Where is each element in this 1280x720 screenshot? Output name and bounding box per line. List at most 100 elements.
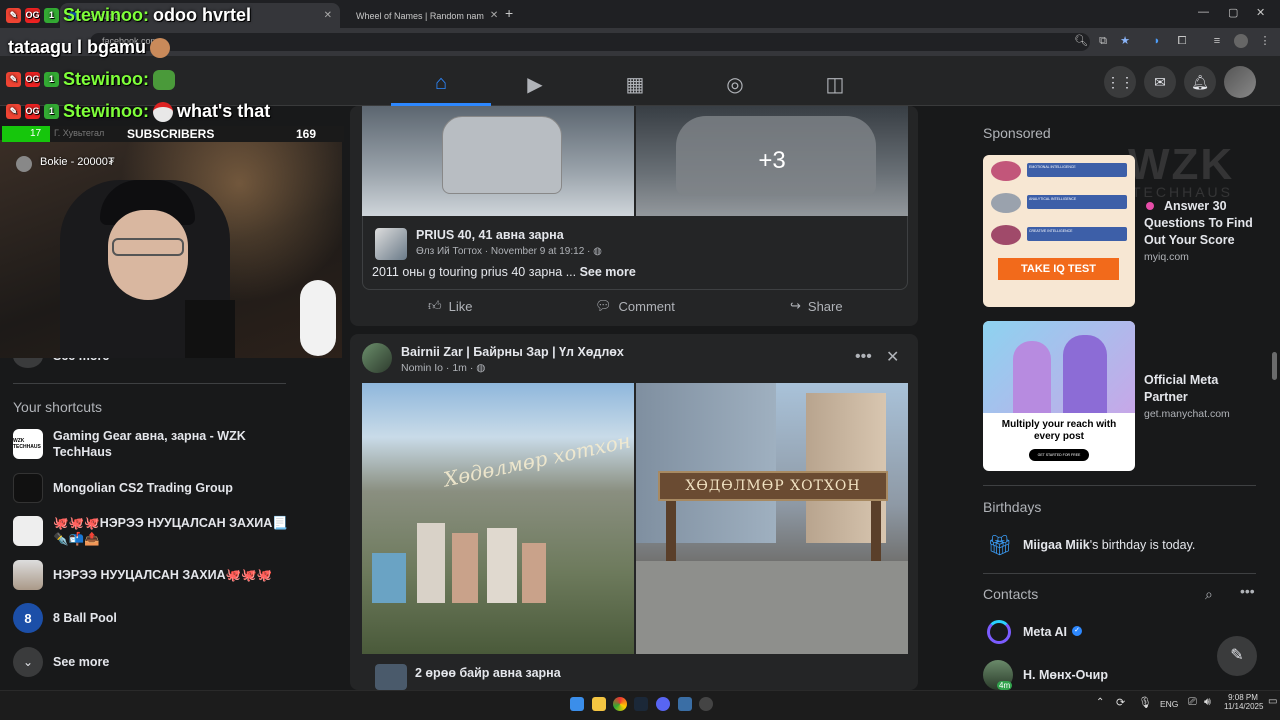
ad-title[interactable]: Official Meta Partner — [1144, 372, 1254, 406]
tier-badge: 1 — [44, 8, 59, 23]
microphone-icon[interactable]: 🎙︎ — [1138, 696, 1152, 709]
scrollbar-thumb[interactable] — [1272, 352, 1277, 380]
chat-message: tataagu l bgamu — [8, 37, 147, 57]
menu-dots-icon[interactable]: ⋮ — [1258, 34, 1272, 48]
group-name[interactable]: Bairnii Zar | Байрны Зар | Үл Хөдлөх — [401, 345, 624, 359]
close-tab-icon[interactable]: ✕ — [490, 10, 497, 21]
emote-icon — [150, 37, 171, 58]
menu-grid-icon[interactable]: ⋮⋮ — [1104, 66, 1136, 98]
account-avatar[interactable] — [1224, 66, 1256, 98]
new-message-icon[interactable]: ✎ — [1217, 636, 1257, 676]
tray-chevron-icon[interactable]: ⌃ — [1096, 697, 1104, 708]
share-button[interactable]: ↪ Share — [790, 298, 843, 314]
shortcut-label: 8 Ball Pool — [53, 611, 117, 625]
discord-icon[interactable] — [656, 697, 670, 711]
shortcut-item[interactable]: Mongolian CS2 Trading Group — [13, 468, 293, 508]
messenger-icon[interactable]: ✉ — [1144, 66, 1176, 98]
pencil-badge-icon: ✎ — [6, 72, 21, 87]
post-title[interactable]: PRIUS 40, 41 авна зарна — [416, 228, 564, 242]
tray-sync-icon[interactable]: ⟳ — [1116, 696, 1125, 709]
notification-center-icon[interactable]: ▭ — [1268, 696, 1277, 707]
building-shape — [487, 528, 517, 603]
post-author-avatar[interactable] — [375, 228, 407, 260]
ad-domain: get.manychat.com — [1144, 408, 1230, 420]
see-more-link[interactable]: See more — [580, 265, 636, 279]
zoom-icon[interactable]: 🔍︎ — [1074, 34, 1088, 48]
media-icon[interactable]: ≡ — [1210, 34, 1224, 48]
app-icon[interactable] — [678, 697, 692, 711]
gaming-nav-icon[interactable]: ◫ — [785, 64, 885, 104]
contact-name[interactable]: Meta AI — [1023, 625, 1067, 639]
install-icon[interactable]: ⧉ — [1096, 34, 1110, 48]
car-photo-back[interactable]: +3 — [636, 106, 908, 216]
shortcut-thumb — [13, 516, 43, 546]
get-started-button[interactable]: GET STARTED FOR FREE — [1029, 449, 1089, 461]
chrome-icon[interactable] — [613, 697, 627, 711]
extension-icon[interactable]: ◗ — [1150, 34, 1164, 48]
sub-post-avatar[interactable] — [375, 664, 407, 690]
post-meta: Өлз Ий Тогтох · November 9 at 19:12 · ◍ — [416, 246, 602, 257]
birthday-text[interactable]: Miigaa Miik's birthday is today. — [1023, 538, 1195, 552]
contact-name[interactable]: Н. Мөнх-Очир — [1023, 668, 1108, 682]
aerial-city-photo[interactable]: Хөдөлмөр хотхон — [362, 383, 634, 654]
notifications-bell-icon[interactable]: 🔔︎ — [1184, 66, 1216, 98]
puzzle-icon[interactable]: ⧠ — [1175, 34, 1189, 48]
steam-icon[interactable] — [634, 697, 648, 711]
profile-avatar[interactable] — [1234, 34, 1248, 48]
network-icon[interactable]: ⎚ — [1188, 696, 1197, 709]
close-tab-icon[interactable]: ✕ — [324, 10, 332, 21]
microphone-shape — [185, 300, 235, 358]
group-avatar[interactable] — [362, 343, 392, 373]
ad-title[interactable]: Answer 30 Questions To Find Out Your Sco… — [1144, 198, 1254, 249]
like-label: Like — [448, 298, 473, 314]
image-script-text: Хөдөлмөр хотхон — [441, 428, 633, 492]
new-tab-button[interactable]: + — [505, 5, 513, 21]
globe-icon: ◍ — [476, 362, 486, 374]
building-shape — [522, 543, 546, 603]
brain-icon — [991, 225, 1021, 245]
search-contacts-icon[interactable]: ⌕ — [1205, 586, 1213, 603]
iq-ad-image[interactable]: EMOTIONAL INTELLIGENCE ANALYTICAL INTELL… — [983, 155, 1135, 307]
chat-user: Stewinoo: — [63, 69, 149, 89]
clock[interactable]: 9:08 PM 11/14/2025 — [1224, 693, 1263, 711]
sub-post-title[interactable]: 2 өрөө байр авна зарна — [415, 666, 561, 680]
ad-label: EMOTIONAL INTELLIGENCE — [1027, 163, 1127, 177]
shortcut-item[interactable]: 🐙🐙🐙НЭРЭЭ НУУЦАЛСАН ЗАХИА📃✒️📬📤 — [13, 511, 293, 551]
take-iq-test-button[interactable]: TAKE IQ TEST — [998, 258, 1119, 280]
maximize-icon[interactable]: ▢ — [1228, 6, 1238, 19]
shortcut-item[interactable]: НЭРЭЭ НУУЦАЛСАН ЗАХИА🐙🐙🐙 — [13, 555, 293, 595]
close-post-icon[interactable]: ✕ — [886, 347, 899, 367]
more-options-icon[interactable]: ••• — [855, 348, 872, 366]
like-icon: 👍︎ — [428, 298, 442, 313]
manychat-ad-image[interactable]: Multiply your reach with every post GET … — [983, 321, 1135, 471]
building-entrance-photo[interactable]: ХӨДӨЛМӨР ХОТХОН — [636, 383, 908, 654]
car-photo-front[interactable] — [362, 106, 634, 216]
obs-icon[interactable] — [699, 697, 713, 711]
shortcut-label: Gaming Gear авна, зарна - WZK TechHaus — [53, 429, 246, 459]
home-nav-icon[interactable]: ⌂ — [391, 64, 491, 106]
language-indicator[interactable]: ENG — [1160, 699, 1178, 709]
watermark-logo: WZK — [1128, 140, 1235, 189]
person-shape — [1013, 341, 1051, 413]
tab-wheel-of-names[interactable]: Wheel of Names | Random nam ✕ — [342, 3, 497, 28]
file-explorer-icon[interactable] — [592, 697, 606, 711]
like-button[interactable]: 👍︎ Like — [428, 298, 472, 314]
comment-button[interactable]: 💬︎ Comment — [595, 298, 675, 314]
groups-nav-icon[interactable]: ◎ — [685, 64, 785, 104]
contacts-options-icon[interactable]: ••• — [1240, 583, 1255, 599]
bookmark-star-icon[interactable]: ★ — [1118, 34, 1132, 48]
shortcut-item[interactable]: 8 8 Ball Pool — [13, 598, 293, 638]
start-icon[interactable] — [570, 697, 584, 711]
clock-time: 9:08 PM — [1228, 693, 1258, 702]
marketplace-nav-icon[interactable]: ▦ — [585, 64, 685, 104]
birthdays-title: Birthdays — [983, 499, 1042, 515]
tier-badge: 1 — [44, 72, 59, 87]
volume-icon[interactable]: 🔊︎ — [1204, 696, 1211, 709]
video-nav-icon[interactable]: ▶ — [485, 64, 585, 104]
close-window-icon[interactable]: ✕ — [1256, 6, 1265, 19]
url-bar[interactable]: facebook.com — [90, 33, 1090, 51]
see-more-button[interactable]: ⌄ See more — [13, 642, 293, 682]
minimize-icon[interactable]: — — [1198, 6, 1209, 18]
shortcut-item[interactable]: WZK TECHHAUS Gaming Gear авна, зарна - W… — [13, 424, 293, 464]
ad-label: ANALYTICAL INTELLIGENCE — [1027, 195, 1127, 209]
